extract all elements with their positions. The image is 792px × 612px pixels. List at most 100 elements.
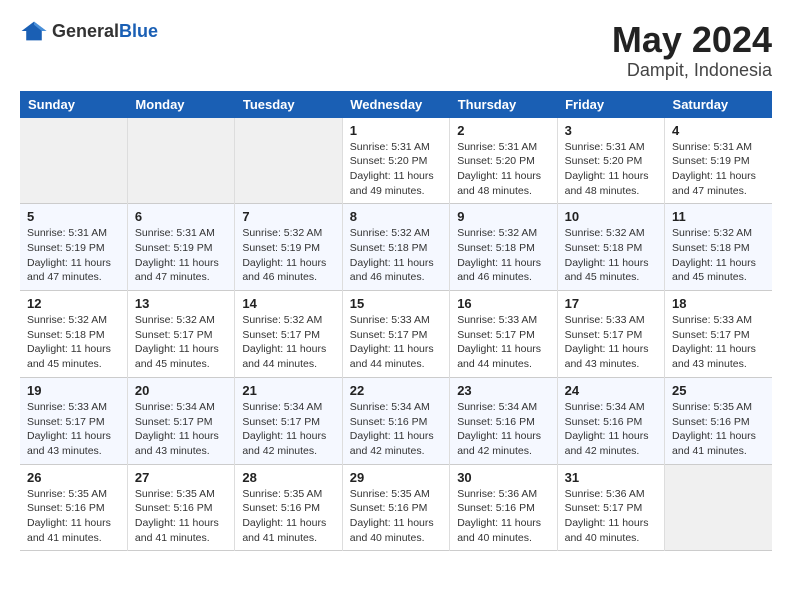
day-number: 26 (27, 470, 120, 485)
calendar-cell: 1Sunrise: 5:31 AMSunset: 5:20 PMDaylight… (342, 118, 449, 204)
calendar-week-3: 12 Sunrise: 5:32 AMSunset: 5:18 PMDayligh… (20, 291, 772, 378)
calendar-cell: 16 Sunrise: 5:33 AMSunset: 5:17 PMDayligh… (450, 291, 557, 378)
day-number: 17 (565, 296, 657, 311)
day-info: Sunrise: 5:32 AMSunset: 5:18 PMDaylight:… (350, 226, 442, 285)
day-number: 28 (242, 470, 334, 485)
page-header: GeneralBlue May 2024 Dampit, Indonesia (20, 20, 772, 81)
weekday-header-sunday: Sunday (20, 91, 127, 118)
calendar-cell: 26 Sunrise: 5:35 AMSunset: 5:16 PMDayligh… (20, 464, 127, 551)
day-number: 5 (27, 209, 120, 224)
calendar-cell: 11 Sunrise: 5:32 AMSunset: 5:18 PMDayligh… (665, 204, 772, 291)
day-number: 30 (457, 470, 549, 485)
day-info: Sunrise: 5:35 AMSunset: 5:16 PMDaylight:… (350, 487, 442, 546)
calendar-cell: 23Sunrise: 5:34 AMSunset: 5:16 PMDayligh… (450, 377, 557, 464)
day-info: Sunrise: 5:35 AMSunset: 5:16 PMDaylight:… (672, 400, 765, 459)
calendar-cell: 6 Sunrise: 5:31 AMSunset: 5:19 PMDaylight… (127, 204, 234, 291)
weekday-header-friday: Friday (557, 91, 664, 118)
day-number: 12 (27, 296, 120, 311)
calendar-week-5: 26 Sunrise: 5:35 AMSunset: 5:16 PMDayligh… (20, 464, 772, 551)
day-info: Sunrise: 5:34 AMSunset: 5:17 PMDaylight:… (242, 400, 334, 459)
day-info: Sunrise: 5:32 AMSunset: 5:18 PMDaylight:… (672, 226, 765, 285)
calendar-cell: 29 Sunrise: 5:35 AMSunset: 5:16 PMDayligh… (342, 464, 449, 551)
calendar-cell: 13Sunrise: 5:32 AMSunset: 5:17 PMDayligh… (127, 291, 234, 378)
day-info: Sunrise: 5:35 AMSunset: 5:16 PMDaylight:… (27, 487, 120, 546)
day-info: Sunrise: 5:32 AMSunset: 5:18 PMDaylight:… (27, 313, 120, 372)
day-info: Sunrise: 5:36 AMSunset: 5:17 PMDaylight:… (565, 487, 657, 546)
calendar-cell: 20 Sunrise: 5:34 AMSunset: 5:17 PMDayligh… (127, 377, 234, 464)
day-number: 10 (565, 209, 657, 224)
day-info: Sunrise: 5:33 AMSunset: 5:17 PMDaylight:… (27, 400, 120, 459)
day-info: Sunrise: 5:31 AMSunset: 5:19 PMDaylight:… (135, 226, 227, 285)
day-number: 6 (135, 209, 227, 224)
day-number: 24 (565, 383, 657, 398)
day-info: Sunrise: 5:32 AMSunset: 5:17 PMDaylight:… (135, 313, 227, 372)
day-number: 31 (565, 470, 657, 485)
day-info: Sunrise: 5:32 AMSunset: 5:18 PMDaylight:… (457, 226, 549, 285)
calendar-cell: 17 Sunrise: 5:33 AMSunset: 5:17 PMDayligh… (557, 291, 664, 378)
weekday-header-saturday: Saturday (665, 91, 772, 118)
title-area: May 2024 Dampit, Indonesia (612, 20, 772, 81)
calendar-cell: 3Sunrise: 5:31 AMSunset: 5:20 PMDaylight… (557, 118, 664, 204)
day-info: Sunrise: 5:32 AMSunset: 5:17 PMDaylight:… (242, 313, 334, 372)
day-number: 16 (457, 296, 549, 311)
calendar-week-1: 1Sunrise: 5:31 AMSunset: 5:20 PMDaylight… (20, 118, 772, 204)
day-info: Sunrise: 5:34 AMSunset: 5:16 PMDaylight:… (565, 400, 657, 459)
day-info: Sunrise: 5:31 AMSunset: 5:20 PMDaylight:… (350, 140, 442, 199)
day-info: Sunrise: 5:36 AMSunset: 5:16 PMDaylight:… (457, 487, 549, 546)
day-info: Sunrise: 5:34 AMSunset: 5:17 PMDaylight:… (135, 400, 227, 459)
day-number: 11 (672, 209, 765, 224)
calendar-cell: 4Sunrise: 5:31 AMSunset: 5:19 PMDaylight… (665, 118, 772, 204)
logo-icon (20, 20, 48, 42)
weekday-header-tuesday: Tuesday (235, 91, 342, 118)
calendar-week-2: 5 Sunrise: 5:31 AMSunset: 5:19 PMDaylight… (20, 204, 772, 291)
logo: GeneralBlue (20, 20, 158, 42)
day-number: 25 (672, 383, 765, 398)
day-info: Sunrise: 5:31 AMSunset: 5:19 PMDaylight:… (672, 140, 765, 199)
day-number: 22 (350, 383, 442, 398)
calendar-cell: 9 Sunrise: 5:32 AMSunset: 5:18 PMDaylight… (450, 204, 557, 291)
calendar-cell: 5 Sunrise: 5:31 AMSunset: 5:19 PMDaylight… (20, 204, 127, 291)
calendar-cell: 30 Sunrise: 5:36 AMSunset: 5:16 PMDayligh… (450, 464, 557, 551)
weekday-header-thursday: Thursday (450, 91, 557, 118)
calendar-cell (235, 118, 342, 204)
logo-blue: Blue (119, 21, 158, 41)
calendar-cell: 7 Sunrise: 5:32 AMSunset: 5:19 PMDaylight… (235, 204, 342, 291)
calendar-week-4: 19Sunrise: 5:33 AMSunset: 5:17 PMDayligh… (20, 377, 772, 464)
logo-general: General (52, 21, 119, 41)
day-info: Sunrise: 5:31 AMSunset: 5:20 PMDaylight:… (565, 140, 657, 199)
calendar-cell: 27Sunrise: 5:35 AMSunset: 5:16 PMDayligh… (127, 464, 234, 551)
day-info: Sunrise: 5:32 AMSunset: 5:19 PMDaylight:… (242, 226, 334, 285)
calendar-cell: 28 Sunrise: 5:35 AMSunset: 5:16 PMDayligh… (235, 464, 342, 551)
calendar-cell: 15 Sunrise: 5:33 AMSunset: 5:17 PMDayligh… (342, 291, 449, 378)
location-title: Dampit, Indonesia (612, 60, 772, 81)
weekday-header-wednesday: Wednesday (342, 91, 449, 118)
calendar-cell: 10 Sunrise: 5:32 AMSunset: 5:18 PMDayligh… (557, 204, 664, 291)
day-number: 29 (350, 470, 442, 485)
calendar-body: 1Sunrise: 5:31 AMSunset: 5:20 PMDaylight… (20, 118, 772, 551)
day-number: 15 (350, 296, 442, 311)
day-info: Sunrise: 5:31 AMSunset: 5:19 PMDaylight:… (27, 226, 120, 285)
day-number: 7 (242, 209, 334, 224)
calendar-cell: 24 Sunrise: 5:34 AMSunset: 5:16 PMDayligh… (557, 377, 664, 464)
calendar-cell: 21 Sunrise: 5:34 AMSunset: 5:17 PMDayligh… (235, 377, 342, 464)
day-info: Sunrise: 5:33 AMSunset: 5:17 PMDaylight:… (565, 313, 657, 372)
day-info: Sunrise: 5:33 AMSunset: 5:17 PMDaylight:… (350, 313, 442, 372)
day-number: 8 (350, 209, 442, 224)
day-number: 14 (242, 296, 334, 311)
calendar-cell: 19Sunrise: 5:33 AMSunset: 5:17 PMDayligh… (20, 377, 127, 464)
day-number: 20 (135, 383, 227, 398)
day-info: Sunrise: 5:33 AMSunset: 5:17 PMDaylight:… (457, 313, 549, 372)
day-number: 18 (672, 296, 765, 311)
day-info: Sunrise: 5:35 AMSunset: 5:16 PMDaylight:… (242, 487, 334, 546)
calendar-cell: 12 Sunrise: 5:32 AMSunset: 5:18 PMDayligh… (20, 291, 127, 378)
day-info: Sunrise: 5:32 AMSunset: 5:18 PMDaylight:… (565, 226, 657, 285)
day-number: 9 (457, 209, 549, 224)
calendar-cell: 2Sunrise: 5:31 AMSunset: 5:20 PMDaylight… (450, 118, 557, 204)
day-number: 2 (457, 123, 549, 138)
day-number: 21 (242, 383, 334, 398)
day-info: Sunrise: 5:34 AMSunset: 5:16 PMDaylight:… (350, 400, 442, 459)
weekday-header-monday: Monday (127, 91, 234, 118)
month-title: May 2024 (612, 20, 772, 60)
day-info: Sunrise: 5:35 AMSunset: 5:16 PMDaylight:… (135, 487, 227, 546)
logo-text: GeneralBlue (52, 21, 158, 42)
